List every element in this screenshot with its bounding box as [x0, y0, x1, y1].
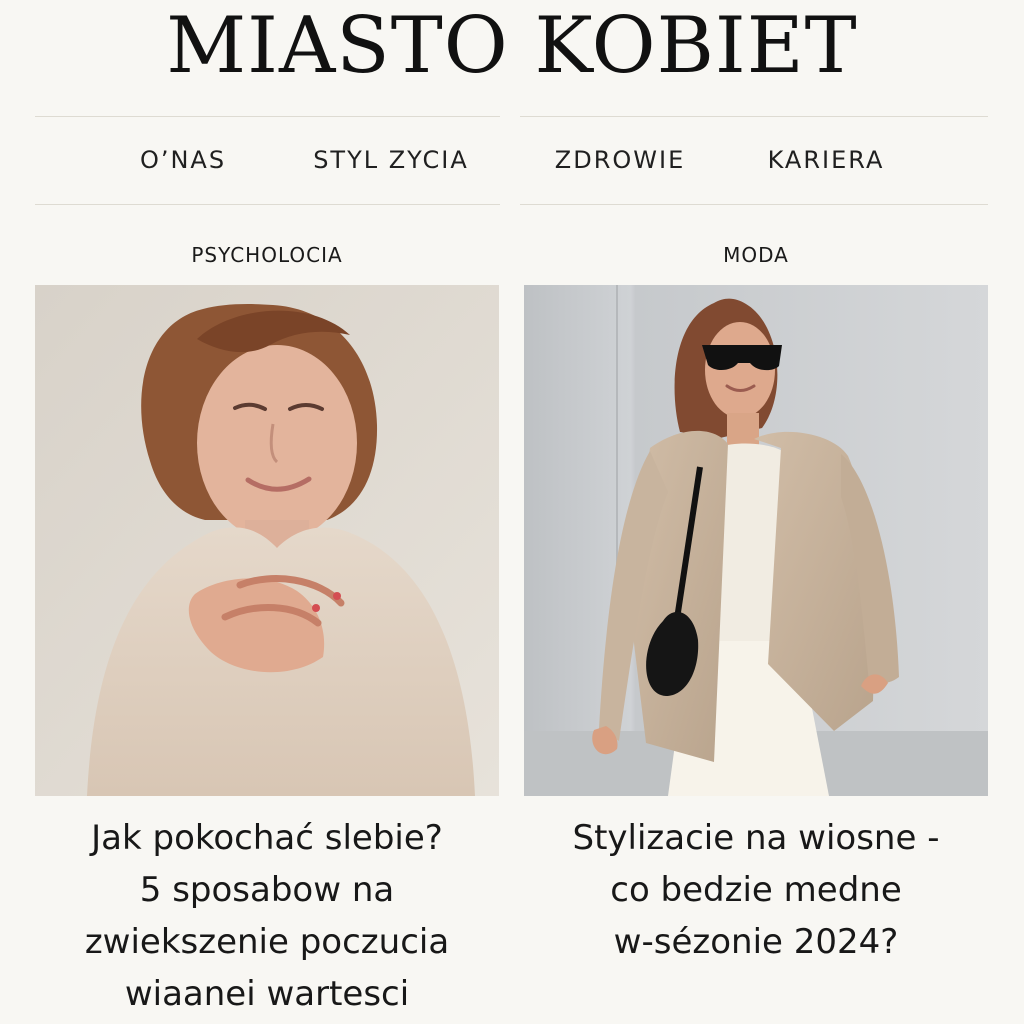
headline-line: co bedzie medne: [610, 870, 902, 910]
nav-item-styl-zycia[interactable]: STYL ZYCIA: [292, 142, 490, 178]
psychology-article-headline[interactable]: Jak pokochać slebie? 5 sposabow na zwiek…: [35, 812, 499, 1022]
headline-line: wiaanei wartesci: [124, 974, 410, 1014]
headline-line: w-sézonie 2024?: [613, 922, 899, 962]
nav-divider-left: [35, 204, 500, 205]
nav-divider-right: [520, 204, 988, 205]
headline-line: Jak pokochać slebie?: [91, 818, 443, 858]
article-category-fashion[interactable]: MODA: [524, 240, 988, 270]
fashion-article-image[interactable]: [524, 285, 988, 796]
article-category-psychology[interactable]: PSYCHOLOCIA: [35, 240, 499, 270]
headline-line: 5 sposabow na: [139, 870, 395, 910]
headline-line: zwiekszenie poczucia: [84, 922, 450, 962]
psychology-article-image[interactable]: [35, 285, 499, 796]
top-divider-left: [35, 116, 500, 117]
nav-item-o-nas[interactable]: O’NAS: [112, 142, 254, 178]
fashion-article-headline[interactable]: Stylizacie na wiosne - co bedzie medne w…: [524, 812, 988, 1022]
headline-line: Stylizacie na wiosne -: [572, 818, 940, 858]
site-title[interactable]: MIASTO KOBIET: [0, 0, 1024, 96]
top-divider-right: [520, 116, 988, 117]
nav-item-kariera[interactable]: KARIERA: [748, 142, 904, 178]
nav-item-zdrowie[interactable]: ZDROWIE: [536, 142, 704, 178]
